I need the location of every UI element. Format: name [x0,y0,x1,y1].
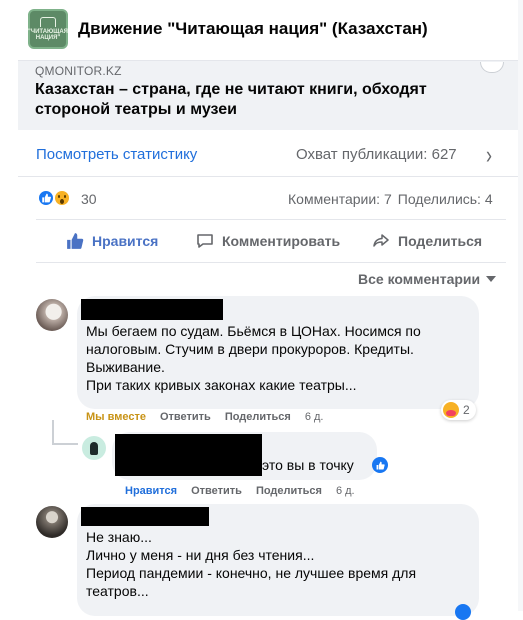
divider [36,262,506,263]
speech-bubble-icon [196,232,214,250]
logo-text: "ЧИТАЮЩАЯ НАЦИЯ" [28,29,68,41]
care-reaction-link[interactable]: Мы вместе [86,411,146,423]
comment-line: Период пандемии - конечно, не лучшее вре… [86,565,417,581]
comment-reaction-chip[interactable]: 2 [441,400,476,420]
commenter-avatar[interactable] [36,506,68,538]
comment-filter-dropdown[interactable]: Все комментарии [358,271,497,287]
share-link[interactable]: Поделиться [225,411,291,423]
divider [36,219,506,220]
redacted-author-name [81,299,223,320]
care-reaction-icon [443,402,459,418]
redacted-author-name [81,507,209,526]
share-button-label: Поделиться [398,233,483,249]
book-icon [40,17,56,27]
link-title[interactable]: Казахстан – страна, где не читают книги,… [35,80,505,120]
share-button[interactable]: Поделиться [372,226,482,256]
engagement-counts: Комментарии: 7 Поделились: 4 [288,191,493,207]
reply-link[interactable]: Ответить [191,485,242,497]
share-link[interactable]: Поделиться [256,485,322,497]
comment-reaction-count: 2 [463,403,470,417]
comment-actions: Мы вместе Ответить Поделиться 6 д. [86,411,338,423]
like-button[interactable]: Нравится [66,226,158,256]
group-name-link[interactable]: Движение "Читающая нация" (Казахстан) [78,19,428,39]
like-badge-icon[interactable] [455,604,471,620]
view-statistics-link[interactable]: Посмотреть статистику [36,146,197,163]
chevron-right-icon[interactable]: › [486,141,492,170]
comment-line: налоговым. Стучим в двери прокуроров. Кр… [86,341,414,357]
wow-reaction-icon[interactable] [53,189,71,207]
comment-line: Мы бегаем по судам. Бьёмся в ЦОНах. Носи… [86,323,421,339]
comment-line: театров... [86,583,149,599]
divider [18,176,523,177]
comments-count-link[interactable]: Комментарии: 7 [288,191,392,207]
thread-connector [52,443,78,445]
thread-connector [52,420,54,445]
comment-line: Выживание. [86,359,165,375]
like-reaction-icon[interactable] [37,189,55,207]
comment-text: Не знаю... Лично у меня - ни дня без чте… [86,528,476,600]
scrollbar-track[interactable] [518,0,523,611]
shares-count-link[interactable]: Поделились: 4 [398,191,493,207]
reaction-count[interactable]: 30 [81,191,97,207]
commenter-avatar[interactable] [36,299,68,331]
comment-filter-label: Все комментарии [358,271,481,287]
post-reach-label[interactable]: Охват публикации: 627 [296,146,457,163]
reply-timestamp[interactable]: 6 д. [336,485,355,497]
group-avatar[interactable]: "ЧИТАЮЩАЯ НАЦИЯ" [28,9,68,49]
thumbs-up-icon [66,232,84,250]
comment-button[interactable]: Комментировать [196,226,340,256]
comment-line: Не знаю... [86,529,152,545]
reply-link[interactable]: Ответить [160,411,211,423]
caret-down-icon [486,276,497,282]
like-button-label: Нравится [92,233,159,249]
link-domain: QMONITOR.KZ [35,64,122,78]
comment-text: Мы бегаем по судам. Бьёмся в ЦОНах. Носи… [86,322,476,394]
comment-timestamp[interactable]: 6 д. [305,411,324,423]
reply-text: это вы в точку [262,457,354,473]
comment-button-label: Комментировать [222,233,341,249]
share-arrow-icon [372,232,390,250]
comment-line: При таких кривых законах какие театры... [86,377,357,393]
like-link[interactable]: Нравится [125,485,177,497]
comment-line: Лично у меня - ни дня без чтения... [86,547,315,563]
reply-avatar[interactable] [82,436,106,460]
reply-actions: Нравится Ответить Поделиться 6 д. [125,485,369,497]
redacted-author-name [115,434,262,476]
like-badge-icon[interactable] [372,457,388,473]
